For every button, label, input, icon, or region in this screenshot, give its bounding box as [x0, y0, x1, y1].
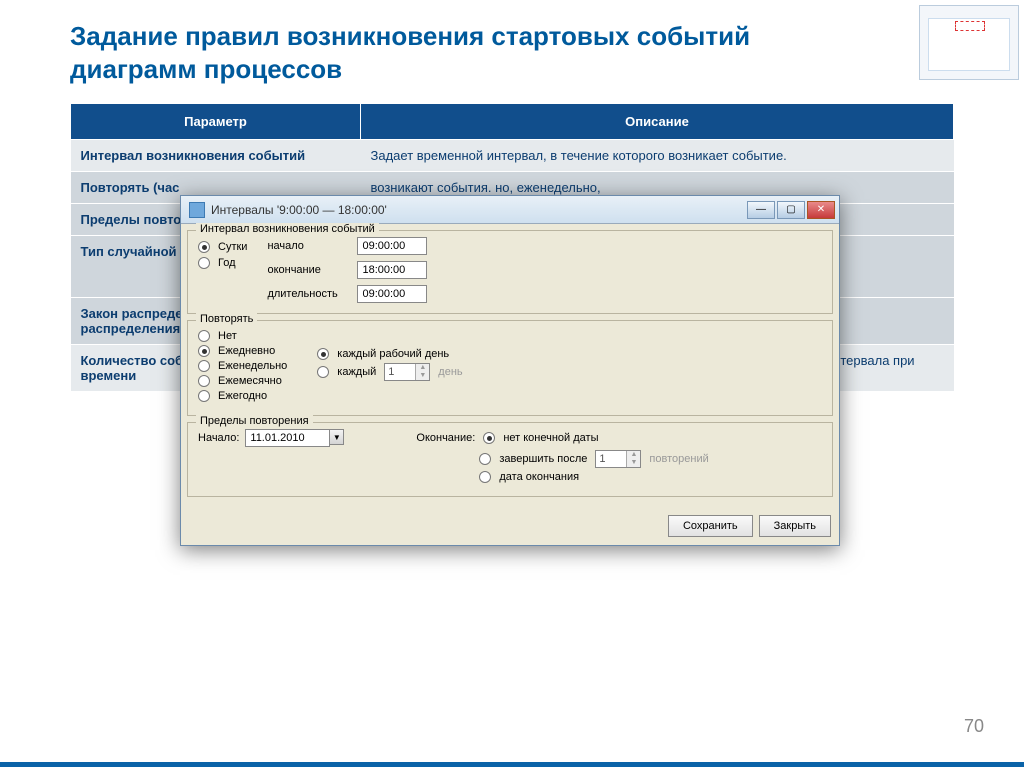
page-number: 70	[964, 716, 984, 737]
footer-bar	[0, 762, 1024, 767]
label-daily: Ежедневно	[218, 345, 275, 357]
every-spinner[interactable]: ▲▼	[384, 363, 430, 381]
radio-monthly[interactable]	[198, 375, 210, 387]
date-dropdown-icon[interactable]: ▼	[330, 429, 344, 445]
radio-none[interactable]	[198, 330, 210, 342]
th-param: Параметр	[71, 104, 361, 140]
radio-day[interactable]	[198, 241, 210, 253]
label-limit-end: Окончание:	[416, 432, 475, 444]
label-enddate: дата окончания	[499, 471, 579, 483]
label-end: окончание	[267, 264, 357, 276]
input-end[interactable]	[357, 261, 427, 279]
input-duration[interactable]	[357, 285, 427, 303]
app-icon	[189, 202, 205, 218]
radio-every[interactable]	[317, 366, 329, 378]
label-after: завершить после	[499, 453, 587, 465]
radio-yearly[interactable]	[198, 390, 210, 402]
interval-group: Интервал возникновения событий Сутки Год…	[187, 230, 833, 314]
label-yearly: Ежегодно	[218, 390, 267, 402]
intervals-dialog: Интервалы '9:00:00 — 18:00:00' — ▢ ✕ Инт…	[180, 195, 840, 546]
slide-title: Задание правил возникновения стартовых с…	[70, 20, 790, 85]
radio-daily[interactable]	[198, 345, 210, 357]
after-spinner[interactable]: ▲▼	[595, 450, 641, 468]
repeat-legend: Повторять	[196, 313, 257, 325]
th-desc: Описание	[361, 104, 954, 140]
label-none: Нет	[218, 330, 237, 342]
label-monthly: Ежемесячно	[218, 375, 282, 387]
close-button[interactable]: ✕	[807, 201, 835, 219]
radio-after[interactable]	[479, 453, 491, 465]
radio-workday[interactable]	[317, 348, 329, 360]
label-noend: нет конечной даты	[503, 432, 598, 444]
input-start[interactable]	[357, 237, 427, 255]
label-duration: длительность	[267, 288, 357, 300]
repeat-group: Повторять Нет Ежедневно Еженедельно Ежем…	[187, 320, 833, 416]
label-workday: каждый рабочий день	[337, 348, 449, 360]
label-every: каждый	[337, 366, 376, 378]
label-start: начало	[267, 240, 357, 252]
table-row: Интервал возникновения событий Задает вр…	[71, 140, 954, 172]
minimize-button[interactable]: —	[747, 201, 775, 219]
radio-year[interactable]	[198, 257, 210, 269]
limits-legend: Пределы повторения	[196, 415, 313, 427]
label-after-unit: повторений	[649, 453, 708, 465]
dialog-titlebar[interactable]: Интервалы '9:00:00 — 18:00:00' — ▢ ✕	[181, 196, 839, 224]
label-year: Год	[218, 257, 236, 269]
limits-group: Пределы повторения Начало: ▼ Окончание: …	[187, 422, 833, 497]
maximize-button[interactable]: ▢	[777, 201, 805, 219]
label-weekly: Еженедельно	[218, 360, 287, 372]
dialog-close-button[interactable]: Закрыть	[759, 515, 831, 537]
save-button[interactable]: Сохранить	[668, 515, 753, 537]
radio-noend[interactable]	[483, 432, 495, 444]
label-limit-start: Начало:	[198, 432, 239, 444]
thumbnail	[919, 5, 1019, 80]
label-day: Сутки	[218, 241, 247, 253]
dialog-title: Интервалы '9:00:00 — 18:00:00'	[211, 203, 747, 217]
interval-legend: Интервал возникновения событий	[196, 223, 379, 235]
radio-weekly[interactable]	[198, 360, 210, 372]
input-limit-start[interactable]	[245, 429, 330, 447]
label-every-unit: день	[438, 366, 462, 378]
radio-enddate[interactable]	[479, 471, 491, 483]
